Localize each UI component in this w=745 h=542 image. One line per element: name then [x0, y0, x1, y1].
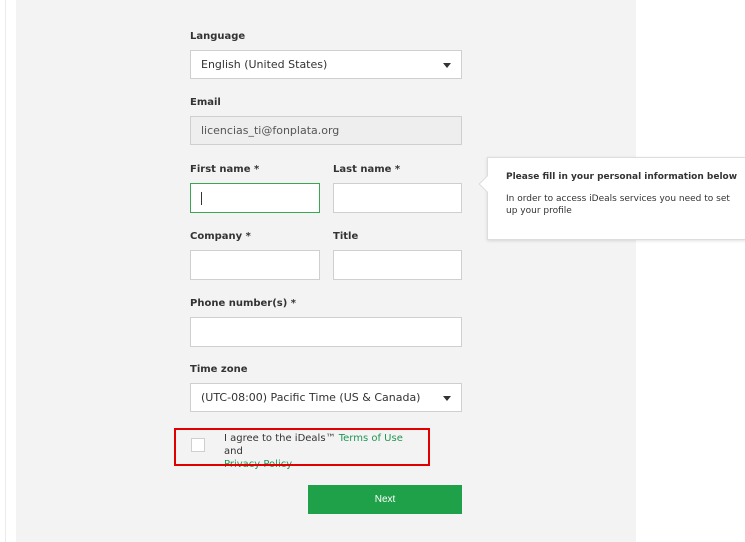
text-cursor [201, 191, 202, 205]
title-label: Title [333, 231, 359, 242]
company-label: Company * [190, 231, 251, 242]
first-name-label: First name * [190, 164, 260, 175]
language-value: English (United States) [201, 58, 328, 71]
company-input[interactable] [190, 250, 320, 280]
phone-input[interactable] [190, 317, 462, 347]
tooltip-body: In order to access iDeals services you n… [506, 194, 730, 216]
left-border [5, 0, 6, 542]
chevron-down-icon [443, 62, 451, 68]
title-input[interactable] [333, 250, 462, 280]
email-label: Email [190, 97, 221, 108]
chevron-down-icon [443, 395, 451, 401]
email-field: licencias_ti@fonplata.org [190, 116, 462, 145]
highlight-box [174, 428, 430, 466]
tooltip-title: Please fill in your personal information… [506, 172, 738, 182]
time-zone-label: Time zone [190, 364, 248, 375]
language-label: Language [190, 31, 246, 42]
first-name-input[interactable] [190, 183, 320, 213]
time-zone-value: (UTC-08:00) Pacific Time (US & Canada) [201, 391, 421, 404]
time-zone-select[interactable]: (UTC-08:00) Pacific Time (US & Canada) [190, 383, 462, 412]
phone-label: Phone number(s) * [190, 298, 297, 309]
email-value: licencias_ti@fonplata.org [201, 124, 340, 137]
last-name-label: Last name * [333, 164, 401, 175]
info-tooltip: Please fill in your personal information… [478, 157, 745, 240]
next-button[interactable]: Next [308, 485, 462, 514]
language-select[interactable]: English (United States) [190, 50, 462, 79]
last-name-input[interactable] [333, 183, 462, 213]
